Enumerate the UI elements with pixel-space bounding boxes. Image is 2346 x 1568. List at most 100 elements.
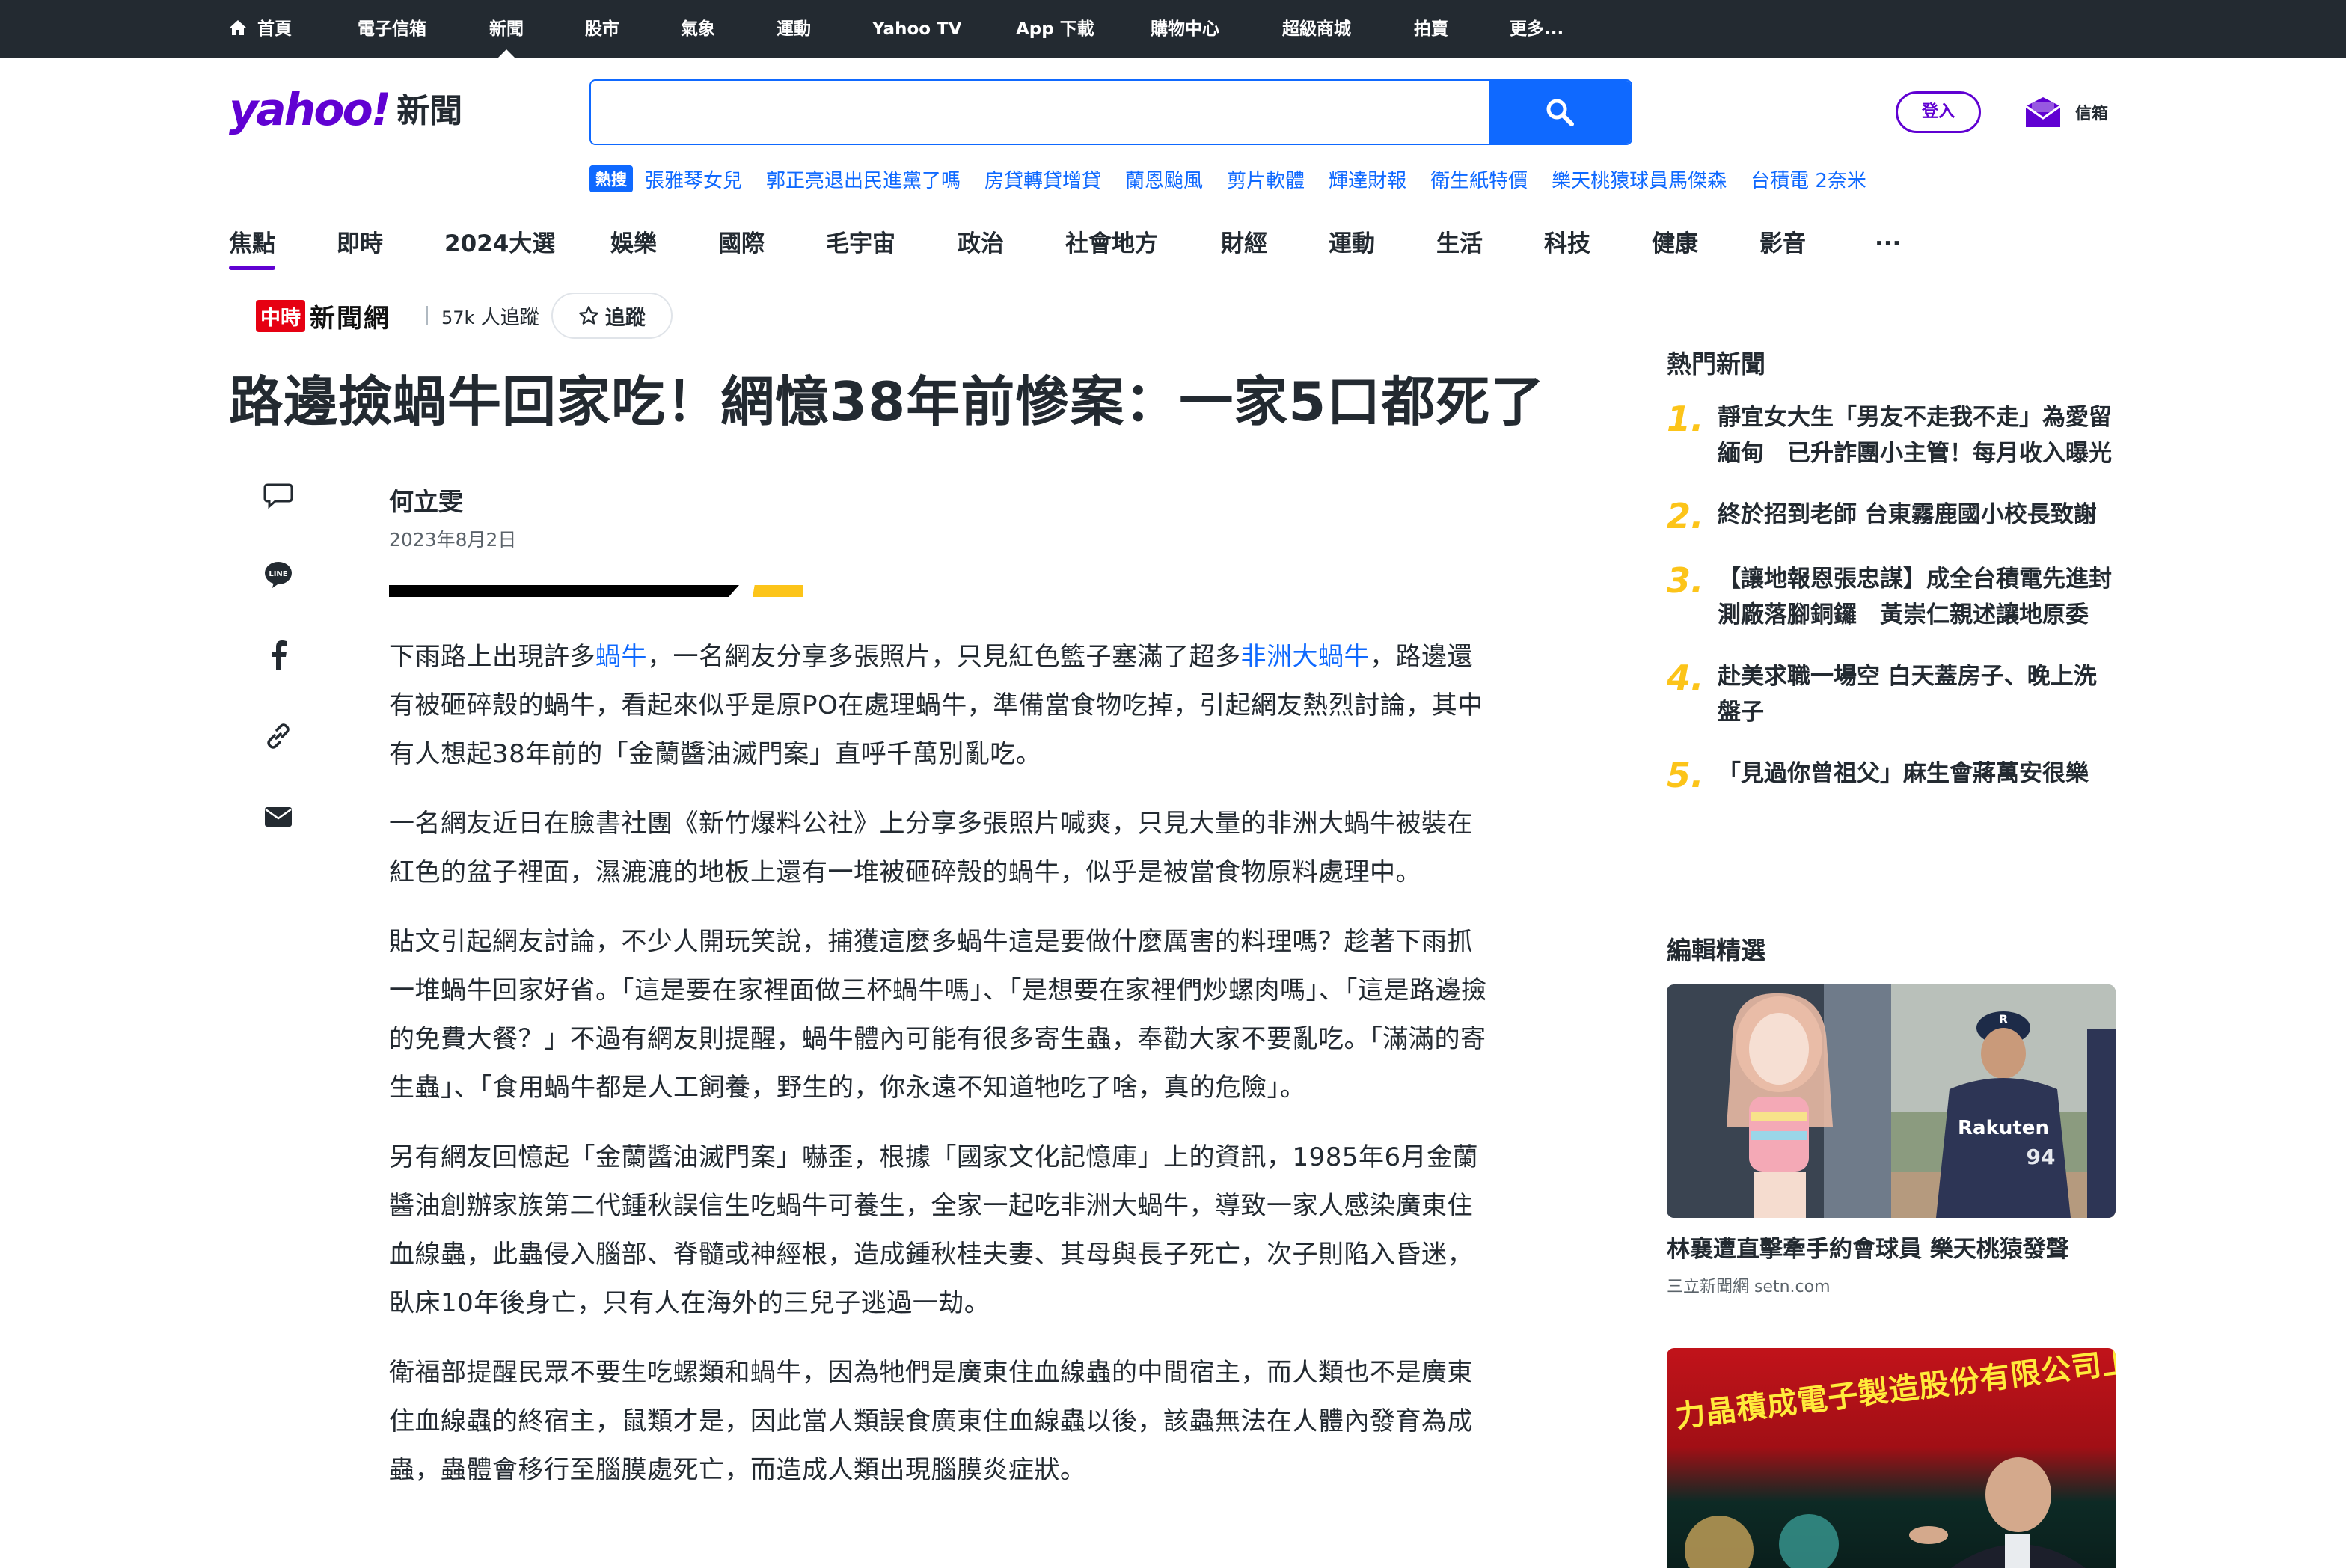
topnav-mail[interactable]: 電子信箱 xyxy=(358,0,426,58)
tab-health[interactable]: 健康 xyxy=(1652,224,1698,258)
article-body: 下雨路上出現許多蝸牛，一名網友分享多張照片，只見紅色籃子塞滿了超多非洲大蝸牛，路… xyxy=(389,633,1489,1516)
hot-news-headline: 「見過你曾祖父」麻生會蔣萬安很樂 xyxy=(1718,760,2089,787)
trending-link[interactable]: 張雅琴女兒 xyxy=(645,165,742,193)
jersey-text: Rakuten xyxy=(1958,1117,2049,1139)
editor-pick-source: 三立新聞網 setn.com xyxy=(1667,1278,1831,1296)
publisher-row: 中時 新聞網 57k 人追蹤 追蹤 xyxy=(256,292,673,340)
topnav-auction[interactable]: 拍賣 xyxy=(1414,0,1448,58)
editor-pick-headline[interactable]: 林襄遭直擊牽手約會球員 樂天桃猿發聲 xyxy=(1667,1230,2069,1264)
tab-focus[interactable]: 焦點 xyxy=(229,224,275,270)
editor-picks-title: 編輯精選 xyxy=(1667,936,1765,965)
link-icon xyxy=(267,723,290,749)
tab-society[interactable]: 社會地方 xyxy=(1065,224,1158,258)
copy-link-button[interactable] xyxy=(260,718,296,754)
sidebar-story-image[interactable]: 力晶積成電子製造股份有限公司上市 xyxy=(1667,1348,2116,1568)
tab-pets[interactable]: 毛宇宙 xyxy=(826,224,895,258)
article-author[interactable]: 何立雯 xyxy=(389,482,463,518)
hot-news-rank: 3. xyxy=(1667,560,1704,601)
login-button[interactable]: 登入 xyxy=(1896,91,1981,133)
svg-text:LINE: LINE xyxy=(269,570,287,578)
facebook-share-button[interactable] xyxy=(260,637,296,673)
tab-video[interactable]: 影音 xyxy=(1760,224,1806,258)
hot-news-headline: 赴美求職一場空 白天蓋房子、晚上洗盤子 xyxy=(1718,663,2097,726)
hot-news-item[interactable]: 4. 赴美求職一場空 白天蓋房子、晚上洗盤子 xyxy=(1667,658,2116,730)
hot-news-rank: 5. xyxy=(1667,755,1704,795)
logo-wordmark: yahoo! xyxy=(229,84,391,136)
mail-label: 信箱 xyxy=(2075,105,2109,123)
press-photo-illustration xyxy=(1685,1457,2086,1568)
top-nav-bar: 首頁 電子信箱 新聞 股市 氣象 運動 Yahoo TV App 下載 購物中心… xyxy=(0,0,2346,58)
hot-news-item[interactable]: 2. 終於招到老師 台東霧鹿國小校長致謝 xyxy=(1667,497,2116,536)
hot-news-list: 1. 靜宜女大生「男友不走我不走」為愛留緬甸 已升詐團小主管！每月收入曝光 2.… xyxy=(1667,399,2116,820)
mail-icon xyxy=(2025,97,2061,127)
follow-button[interactable]: 追蹤 xyxy=(551,293,673,339)
mail-link[interactable]: 信箱 xyxy=(2024,91,2108,133)
search-input[interactable] xyxy=(591,81,1489,144)
topnav-shopping[interactable]: 購物中心 xyxy=(1151,0,1219,58)
svg-text:R: R xyxy=(1999,1012,2008,1026)
tab-sports[interactable]: 運動 xyxy=(1329,224,1375,258)
topnav-home[interactable]: 首頁 xyxy=(229,0,292,58)
pick-photo-left xyxy=(1667,984,1891,1218)
home-icon xyxy=(230,19,246,35)
publisher-logo-text[interactable]: 新聞網 xyxy=(310,298,391,334)
article-paragraph: 貼文引起網友討論，不少人開玩笑說，捕獲這麼多蝸牛這是要做什麼厲害的料理嗎？趁著下… xyxy=(389,927,1487,1103)
trending-link[interactable]: 台積電 2奈米 xyxy=(1751,165,1866,193)
tab-more[interactable]: ... xyxy=(1875,224,1901,251)
search-bar xyxy=(589,79,1632,145)
trending-link[interactable]: 房貸轉貸增貸 xyxy=(984,165,1101,193)
trending-link[interactable]: 蘭恩颱風 xyxy=(1125,165,1203,193)
trending-link[interactable]: 樂天桃猿球員馬傑森 xyxy=(1552,165,1727,193)
topnav-mall[interactable]: 超級商城 xyxy=(1282,0,1351,58)
pick-photo-right: R Rakuten 94 xyxy=(1891,984,2116,1218)
topnav-weather[interactable]: 氣象 xyxy=(681,0,715,58)
baseball-player-illustration: R Rakuten 94 xyxy=(1891,984,2116,1218)
trending-link[interactable]: 剪片軟體 xyxy=(1227,165,1305,193)
hot-news-title: 熱門新聞 xyxy=(1667,349,1765,379)
topnav-app-download[interactable]: App 下載 xyxy=(1016,0,1094,58)
hot-news-item[interactable]: 5. 「見過你曾祖父」麻生會蔣萬安很樂 xyxy=(1667,756,2116,794)
tab-life[interactable]: 生活 xyxy=(1436,224,1483,258)
comment-icon xyxy=(263,483,293,509)
mail-icon xyxy=(265,807,292,827)
topnav-yahoo-tv[interactable]: Yahoo TV xyxy=(872,0,962,58)
byline-divider xyxy=(389,585,739,597)
publisher-logo-mark[interactable]: 中時 xyxy=(256,299,305,332)
line-icon: LINE xyxy=(265,562,292,588)
keyword-link-snail[interactable]: 蝸牛 xyxy=(595,642,647,672)
tab-finance[interactable]: 財經 xyxy=(1221,224,1267,258)
logo-section: 新聞 xyxy=(396,92,463,130)
woman-photo-illustration xyxy=(1667,984,1891,1218)
hot-news-headline: 【讓地報恩張忠謀】成全台積電先進封測廠落腳銅鑼 黃崇仁親述讓地原委 xyxy=(1718,566,2112,628)
trending-link[interactable]: 郭正亮退出民進黨了嗎 xyxy=(766,165,961,193)
tab-tech[interactable]: 科技 xyxy=(1544,224,1590,258)
follower-label: 人追蹤 xyxy=(480,306,539,329)
article-paragraph: 一名網友近日在臉書社團《新竹爆料公社》上分享多張照片喊爽，只見大量的非洲大蝸牛被… xyxy=(389,809,1473,887)
trending-link[interactable]: 衛生紙特價 xyxy=(1430,165,1528,193)
yahoo-news-logo[interactable]: yahoo! 新聞 xyxy=(229,84,462,138)
editor-pick-image[interactable]: R Rakuten 94 xyxy=(1667,984,2116,1218)
tab-international[interactable]: 國際 xyxy=(718,224,765,258)
search-button[interactable] xyxy=(1489,81,1631,144)
keyword-link-african-snail[interactable]: 非洲大蝸牛 xyxy=(1241,642,1370,672)
byline-divider-accent xyxy=(753,585,803,597)
tab-entertainment[interactable]: 娛樂 xyxy=(610,224,657,258)
tab-politics[interactable]: 政治 xyxy=(958,224,1004,258)
article-paragraph: 另有網友回憶起「金蘭醬油滅門案」嚇歪，根據「國家文化記憶庫」上的資訊，1985年… xyxy=(389,1142,1479,1318)
follower-count: 57k xyxy=(441,307,475,328)
tab-latest[interactable]: 即時 xyxy=(337,224,383,258)
star-icon xyxy=(578,306,598,325)
comment-button[interactable] xyxy=(260,477,296,513)
trending-link[interactable]: 輝達財報 xyxy=(1329,165,1406,193)
tab-election-2024[interactable]: 2024大選 xyxy=(444,224,555,258)
hot-news-rank: 2. xyxy=(1667,496,1704,536)
topnav-stocks[interactable]: 股市 xyxy=(585,0,619,58)
topnav-news[interactable]: 新聞 xyxy=(489,0,524,58)
line-share-button[interactable]: LINE xyxy=(260,557,296,592)
mail-share-button[interactable] xyxy=(260,799,296,835)
hot-news-item[interactable]: 1. 靜宜女大生「男友不走我不走」為愛留緬甸 已升詐團小主管！每月收入曝光 xyxy=(1667,399,2116,471)
hot-news-item[interactable]: 3. 【讓地報恩張忠謀】成全台積電先進封測廠落腳銅鑼 黃崇仁親述讓地原委 xyxy=(1667,561,2116,633)
facebook-icon xyxy=(272,640,287,670)
topnav-sports[interactable]: 運動 xyxy=(777,0,811,58)
topnav-more[interactable]: 更多... xyxy=(1510,0,1564,58)
